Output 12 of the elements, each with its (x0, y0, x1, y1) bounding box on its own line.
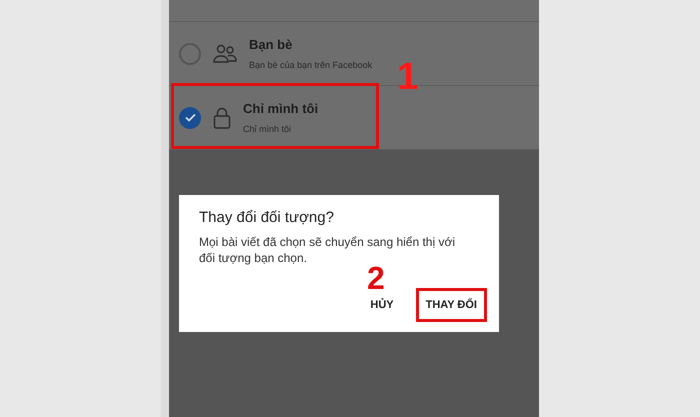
dialog-title: Thay đổi đối tượng? (199, 208, 335, 228)
option-title: Bạn bè (249, 36, 294, 54)
dialog-button[interactable]: THAY ĐỔI (416, 288, 487, 322)
radio-button[interactable] (179, 42, 201, 64)
step-number: 1 (397, 58, 418, 96)
option-title: Chỉ mình tôi (243, 100, 318, 118)
option-subtitle: Chỉ mình tôi (243, 122, 292, 136)
lock-icon (213, 106, 231, 128)
checkmark-icon (184, 113, 196, 122)
option-subtitle: Bạn bè của bạn trên Facebook (249, 58, 372, 72)
checked-radio[interactable] (179, 106, 201, 128)
people-icon (213, 44, 237, 64)
